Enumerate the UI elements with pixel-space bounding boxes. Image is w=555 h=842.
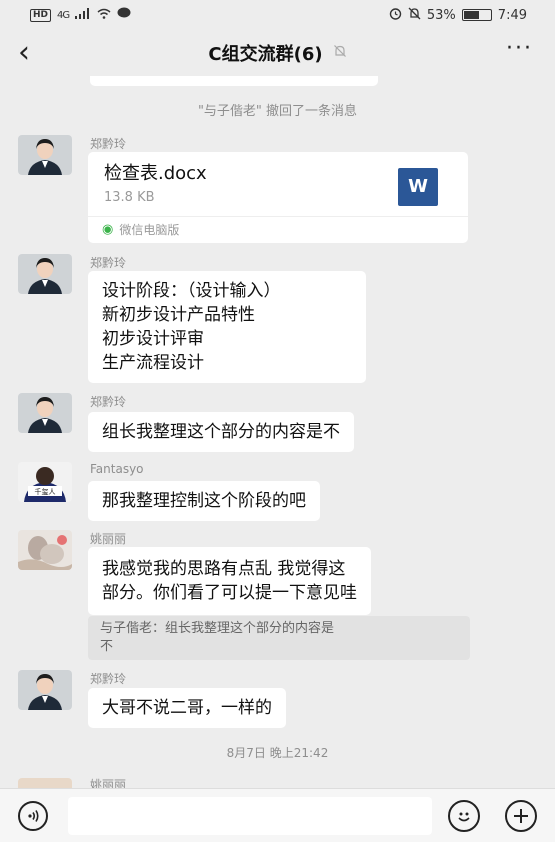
silent-icon (408, 7, 421, 24)
message-line: 我感觉我的思路有点乱 我觉得这 (102, 559, 346, 579)
hd-badge: HD (30, 8, 52, 22)
sender-name: Fantasyo (90, 462, 144, 476)
message-list[interactable]: "与子偕老" 撤回了一条消息 郑黔玲 检查表.docx 13.8 KB W ◉ … (0, 76, 555, 788)
message-input[interactable] (68, 797, 432, 835)
quoted-message[interactable]: 与子偕老：组长我整理这个部分的内容是 不 (88, 616, 470, 660)
file-name: 检查表.docx (104, 163, 207, 184)
input-bar (0, 788, 555, 842)
battery-fill (463, 11, 479, 19)
message-bubble[interactable]: 我感觉我的思路有点乱 我觉得这 部分。你们看了可以提一下意见哇 (88, 547, 371, 615)
bell-off-icon (333, 44, 347, 62)
avatar[interactable] (18, 670, 72, 710)
word-file-icon: W (398, 168, 438, 206)
message-line: 部分。你们看了可以提一下意见哇 (102, 583, 357, 603)
file-source-label: 微信电脑版 (119, 223, 180, 237)
avatar[interactable] (18, 530, 72, 570)
clock: 7:49 (497, 7, 527, 23)
quote-line: 与子偕老：组长我整理这个部分的内容是 (100, 621, 335, 636)
quote-line: 不 (100, 639, 114, 654)
previous-message-bubble (90, 76, 378, 86)
network-indicator: 4G (57, 9, 70, 21)
avatar[interactable]: 千玺人 (18, 462, 72, 502)
avatar[interactable] (18, 254, 72, 294)
message-bubble[interactable]: 大哥不说二哥，一样的 (88, 688, 286, 728)
message-bubble[interactable]: 组长我整理这个部分的内容是不 (88, 412, 354, 452)
status-bar: HD 4G 53% 7:49 (0, 0, 555, 30)
message-line: 初步设计评审 (102, 329, 204, 349)
wifi-icon (97, 8, 111, 23)
alarm-icon (389, 7, 402, 24)
sender-name: 郑黔玲 (90, 256, 127, 270)
file-card[interactable]: 检查表.docx 13.8 KB W ◉ 微信电脑版 (88, 152, 468, 243)
wechat-icon: ◉ (102, 222, 114, 237)
sender-name: 郑黔玲 (90, 137, 127, 151)
message-line: 大哥不说二哥，一样的 (102, 698, 272, 718)
message-bubble[interactable]: 设计阶段：（设计输入） 新初步设计产品特性 初步设计评审 生产流程设计 (88, 271, 366, 383)
file-size: 13.8 KB (104, 190, 155, 205)
plus-icon[interactable] (505, 800, 537, 832)
message-notification-icon (117, 7, 131, 23)
chat-title: C组交流群(6) (208, 44, 323, 65)
sender-name: 郑黔玲 (90, 672, 127, 686)
message-line: 那我整理控制这个阶段的吧 (102, 491, 306, 511)
signal-icon (75, 7, 91, 23)
sender-name: 姚丽丽 (90, 532, 127, 546)
battery-icon (461, 9, 492, 21)
message-bubble[interactable]: 那我整理控制这个阶段的吧 (88, 481, 320, 521)
emoji-icon[interactable] (448, 800, 480, 832)
battery-percent: 53% (426, 7, 456, 23)
timestamp: 8月7日 晚上21:42 (226, 746, 329, 760)
avatar[interactable] (18, 135, 72, 175)
voice-icon[interactable] (18, 801, 48, 831)
back-icon[interactable]: ‹ (18, 38, 30, 68)
message-line: 生产流程设计 (102, 353, 204, 373)
chat-header: ‹ C组交流群(6) ··· (0, 30, 555, 76)
sender-name: 郑黔玲 (90, 395, 127, 409)
message-line: 新初步设计产品特性 (102, 305, 255, 325)
message-line: 设计阶段：（设计输入） (102, 281, 281, 301)
more-options-button[interactable]: ··· (506, 36, 533, 61)
message-line: 组长我整理这个部分的内容是不 (102, 422, 340, 442)
avatar[interactable] (18, 393, 72, 433)
avatar[interactable] (18, 778, 72, 788)
sender-name: 姚丽丽 (90, 778, 127, 788)
recall-notice: "与子偕老" 撤回了一条消息 (197, 104, 358, 119)
svg-text:千玺人: 千玺人 (35, 487, 56, 496)
file-source: ◉ 微信电脑版 (88, 216, 468, 243)
